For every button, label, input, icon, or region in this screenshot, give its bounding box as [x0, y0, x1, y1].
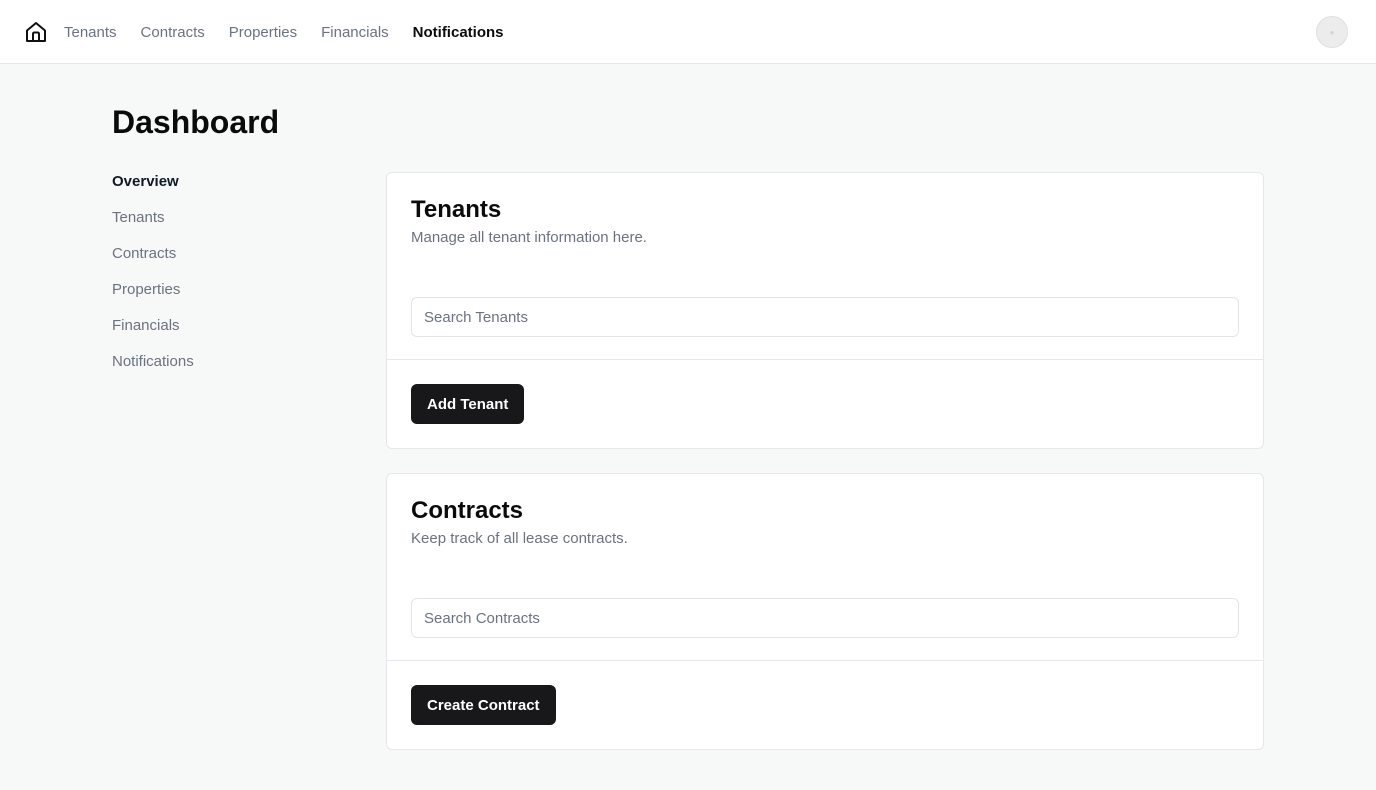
tenants-card: Tenants Manage all tenant information he…	[386, 172, 1264, 449]
avatar-placeholder-icon: ●	[1329, 27, 1335, 37]
sidebar-item-tenants[interactable]: Tenants	[112, 208, 332, 244]
top-nav-contracts[interactable]: Contracts	[141, 24, 205, 41]
user-avatar[interactable]: ●	[1316, 16, 1348, 48]
add-tenant-button[interactable]: Add Tenant	[411, 384, 525, 424]
search-tenants-input[interactable]	[411, 297, 1239, 337]
sidebar-item-financials[interactable]: Financials	[112, 316, 332, 352]
top-nav-tenants[interactable]: Tenants	[64, 24, 117, 41]
contracts-card-description: Keep track of all lease contracts.	[411, 530, 628, 547]
page-title: Dashboard	[112, 104, 280, 140]
tenants-card-footer: Add Tenant	[387, 360, 1263, 424]
top-navigation-bar: Tenants Contracts Properties Financials …	[0, 0, 1376, 64]
top-nav-properties[interactable]: Properties	[229, 24, 297, 41]
sidebar-item-properties[interactable]: Properties	[112, 280, 332, 316]
contracts-card-header: Contracts Keep track of all lease contra…	[387, 474, 1263, 661]
contracts-card-footer: Create Contract	[387, 661, 1263, 725]
sidebar-item-contracts[interactable]: Contracts	[112, 244, 332, 280]
tenants-card-description: Manage all tenant information here.	[411, 229, 647, 246]
contracts-card-title: Contracts	[411, 497, 524, 524]
home-icon	[26, 22, 46, 42]
search-contracts-input[interactable]	[411, 598, 1239, 638]
top-nav-notifications[interactable]: Notifications	[413, 24, 504, 41]
sidebar-item-notifications[interactable]: Notifications	[112, 352, 332, 388]
contracts-card: Contracts Keep track of all lease contra…	[386, 473, 1264, 750]
tenants-card-title: Tenants	[411, 196, 502, 223]
tenants-card-header: Tenants Manage all tenant information he…	[387, 173, 1263, 360]
sidebar-item-overview[interactable]: Overview	[112, 172, 332, 208]
create-contract-button[interactable]: Create Contract	[411, 685, 556, 725]
top-nav-links: Tenants Contracts Properties Financials …	[64, 0, 528, 64]
top-nav-financials[interactable]: Financials	[321, 24, 389, 41]
sidebar-navigation: Overview Tenants Contracts Properties Fi…	[112, 172, 332, 388]
home-link[interactable]	[24, 20, 48, 44]
